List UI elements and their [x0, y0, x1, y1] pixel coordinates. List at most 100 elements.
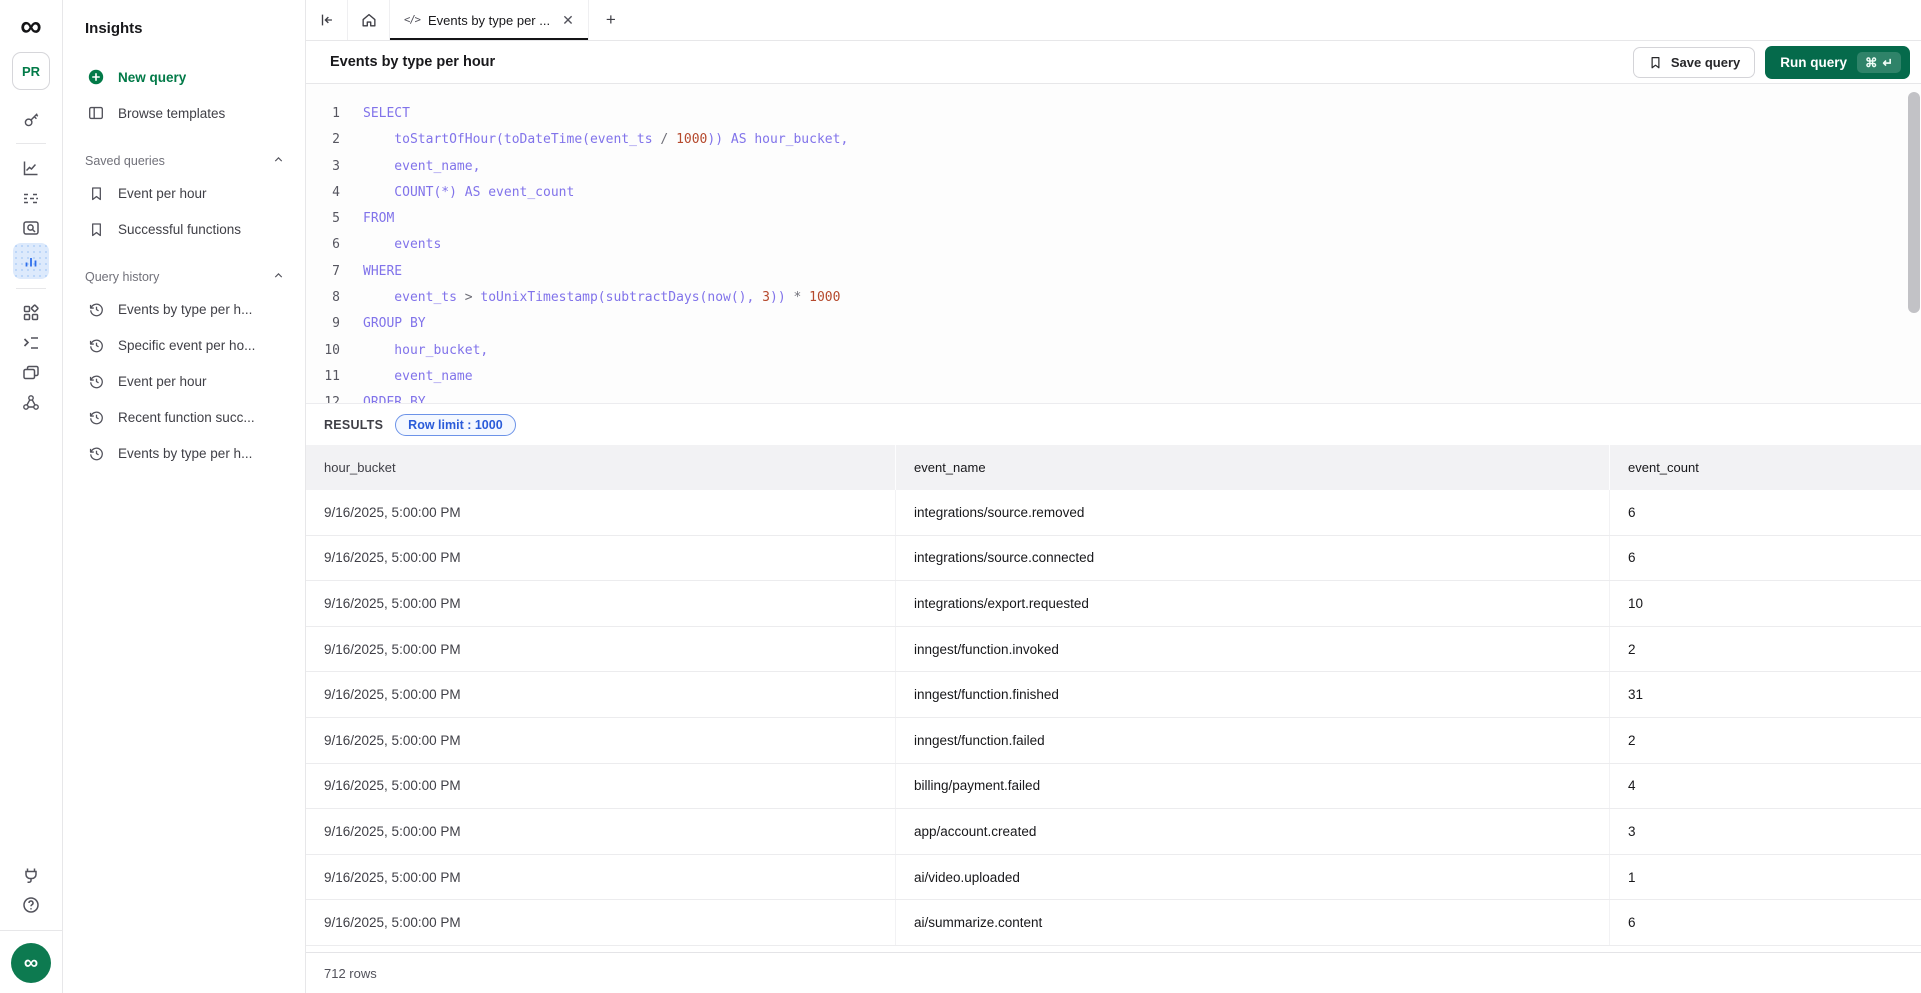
code-text: event_name, — [340, 154, 480, 180]
tab-events-by-type[interactable]: </> Events by type per ... ✕ — [390, 0, 589, 40]
key-icon[interactable] — [13, 104, 49, 134]
enter-key-icon: ↵ — [1883, 55, 1893, 70]
sidebar-item[interactable]: Event per hour — [63, 175, 305, 211]
save-query-button[interactable]: Save query — [1633, 47, 1755, 78]
cell-hour_bucket: 9/16/2025, 5:00:00 PM — [306, 672, 896, 717]
browse-templates-button[interactable]: Browse templates — [63, 95, 305, 131]
code-line: 1SELECT — [306, 101, 1921, 127]
help-icon[interactable] — [13, 890, 49, 920]
collapse-sidebar-button[interactable] — [306, 0, 348, 40]
functions-icon[interactable] — [13, 358, 49, 388]
history-icon — [87, 444, 105, 462]
results-label: RESULTS — [324, 418, 383, 432]
trace-search-icon[interactable] — [13, 213, 49, 243]
account-avatar[interactable]: ∞ — [11, 943, 51, 983]
plus-circle-icon — [87, 68, 105, 86]
cell-event_name: integrations/export.requested — [896, 581, 1610, 626]
section-label: Query history — [85, 270, 159, 284]
cell-event_name: integrations/source.connected — [896, 536, 1610, 581]
runs-icon[interactable] — [13, 328, 49, 358]
close-tab-icon[interactable]: ✕ — [562, 12, 574, 29]
sidebar-item[interactable]: Specific event per ho... — [63, 327, 305, 363]
new-tab-button[interactable]: + — [589, 0, 633, 40]
insights-icon[interactable] — [13, 243, 49, 279]
column-header-hour-bucket[interactable]: hour_bucket — [306, 445, 896, 490]
rail-divider — [16, 143, 46, 144]
code-line: 12ORDER BY — [306, 390, 1921, 404]
apps-icon[interactable] — [13, 298, 49, 328]
workflows-icon[interactable] — [13, 388, 49, 418]
cell-hour_bucket: 9/16/2025, 5:00:00 PM — [306, 581, 896, 626]
history-icon — [87, 372, 105, 390]
table-row: 9/16/2025, 5:00:00 PMintegrations/source… — [306, 490, 1921, 536]
table-row: 9/16/2025, 5:00:00 PMbilling/payment.fai… — [306, 764, 1921, 810]
line-number: 1 — [306, 101, 340, 127]
editor-scrollbar[interactable] — [1908, 92, 1920, 313]
sql-editor[interactable]: 1SELECT2 toStartOfHour(toDateTime(event_… — [306, 84, 1921, 404]
workspace-avatar[interactable]: PR — [12, 52, 50, 90]
table-row: 9/16/2025, 5:00:00 PMinngest/function.fa… — [306, 718, 1921, 764]
line-number: 6 — [306, 232, 340, 258]
history-icon — [87, 336, 105, 354]
cell-event_count: 2 — [1610, 718, 1921, 763]
code-line: 9GROUP BY — [306, 311, 1921, 337]
table-row: 9/16/2025, 5:00:00 PMapp/account.created… — [306, 809, 1921, 855]
line-number: 7 — [306, 259, 340, 285]
icon-rail: ∞ PR — [0, 0, 63, 993]
save-query-label: Save query — [1671, 55, 1740, 70]
code-line: 3 event_name, — [306, 154, 1921, 180]
run-query-button[interactable]: Run query ⌘ ↵ — [1765, 46, 1910, 79]
event-logs-icon[interactable] — [13, 183, 49, 213]
integrations-plug-icon[interactable] — [13, 860, 49, 890]
section-header-query-history[interactable]: Query history — [63, 263, 305, 291]
line-number: 8 — [306, 285, 340, 311]
rail-divider — [16, 288, 46, 289]
bookmark-icon — [87, 184, 105, 202]
new-query-button[interactable]: New query — [63, 59, 305, 95]
cell-hour_bucket: 9/16/2025, 5:00:00 PM — [306, 809, 896, 854]
cell-hour_bucket: 9/16/2025, 5:00:00 PM — [306, 490, 896, 535]
metrics-icon[interactable] — [13, 153, 49, 183]
table-row: 9/16/2025, 5:00:00 PMai/summarize.conten… — [306, 900, 1921, 946]
code-text: COUNT(*) AS event_count — [340, 180, 574, 206]
tab-label: Events by type per ... — [428, 13, 550, 28]
tab-strip: </> Events by type per ... ✕ + — [306, 0, 1921, 41]
row-limit-badge[interactable]: Row limit : 1000 — [395, 414, 515, 436]
sidebar-item[interactable]: Events by type per h... — [63, 291, 305, 327]
cell-hour_bucket: 9/16/2025, 5:00:00 PM — [306, 855, 896, 900]
cell-event_count: 1 — [1610, 855, 1921, 900]
sidebar-item[interactable]: Event per hour — [63, 363, 305, 399]
column-header-event-name[interactable]: event_name — [896, 445, 1610, 490]
line-number: 11 — [306, 364, 340, 390]
sidebar-item[interactable]: Recent function succ... — [63, 399, 305, 435]
results-table-body: 9/16/2025, 5:00:00 PMintegrations/source… — [306, 490, 1921, 952]
table-row: 9/16/2025, 5:00:00 PMinngest/function.in… — [306, 627, 1921, 673]
cell-event_name: inngest/function.finished — [896, 672, 1610, 717]
table-row: 9/16/2025, 5:00:00 PMintegrations/export… — [306, 581, 1921, 627]
code-line: 10 hour_bucket, — [306, 338, 1921, 364]
cell-hour_bucket: 9/16/2025, 5:00:00 PM — [306, 900, 896, 945]
sidebar-item[interactable]: Events by type per h... — [63, 435, 305, 471]
cell-event_count: 2 — [1610, 627, 1921, 672]
section-header-saved-queries[interactable]: Saved queries — [63, 147, 305, 175]
code-line: 11 event_name — [306, 364, 1921, 390]
code-text: event_name — [340, 364, 473, 390]
row-count-label: 712 rows — [324, 966, 377, 981]
home-tab-button[interactable] — [348, 0, 390, 40]
bookmark-icon — [87, 220, 105, 238]
sidebar-item-label: Recent function succ... — [118, 410, 255, 425]
code-line: 6 events — [306, 232, 1921, 258]
cell-hour_bucket: 9/16/2025, 5:00:00 PM — [306, 627, 896, 672]
table-row: 9/16/2025, 5:00:00 PMinngest/function.fi… — [306, 672, 1921, 718]
column-header-event-count[interactable]: event_count — [1610, 445, 1921, 490]
insights-sidebar: Insights New query Browse templates Save… — [63, 0, 306, 993]
line-number: 5 — [306, 206, 340, 232]
sidebar-sections: Saved queriesEvent per hourSuccessful fu… — [63, 147, 305, 471]
cell-hour_bucket: 9/16/2025, 5:00:00 PM — [306, 764, 896, 809]
cell-event_count: 6 — [1610, 900, 1921, 945]
table-row: 9/16/2025, 5:00:00 PMai/video.uploaded1 — [306, 855, 1921, 901]
chevron-up-icon — [272, 269, 285, 285]
sidebar-item[interactable]: Successful functions — [63, 211, 305, 247]
browse-templates-label: Browse templates — [118, 106, 225, 121]
chevron-up-icon — [272, 153, 285, 169]
